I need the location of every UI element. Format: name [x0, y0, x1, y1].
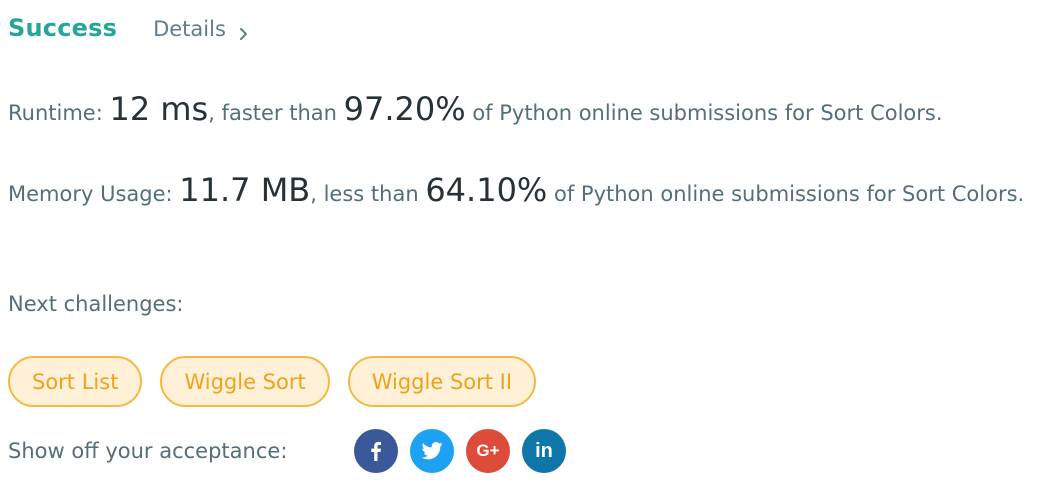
memory-suffix: of Python online submissions for Sort Co…: [547, 182, 1025, 206]
facebook-icon: [366, 440, 386, 462]
challenge-tag-sort-list[interactable]: Sort List: [8, 356, 143, 407]
google-plus-icon: G+: [476, 441, 500, 460]
memory-stat: Memory Usage: 11.7 MB, less than 64.10% …: [8, 170, 1033, 214]
memory-label: Memory Usage:: [8, 182, 180, 206]
twitter-share-button[interactable]: [410, 429, 454, 473]
social-buttons: G+ in: [354, 429, 566, 473]
memory-percent: 64.10%: [425, 171, 548, 209]
runtime-stat: Runtime: 12 ms, faster than 97.20% of Py…: [8, 89, 1033, 133]
share-row: Show off your acceptance: G+ in: [8, 429, 566, 473]
result-header: Success Details: [8, 14, 250, 42]
challenge-tag-wiggle-sort-ii[interactable]: Wiggle Sort II: [347, 356, 537, 407]
chevron-right-icon: [238, 22, 250, 40]
status-label: Success: [8, 14, 118, 42]
runtime-suffix: of Python online submissions for Sort Co…: [465, 101, 943, 125]
runtime-percent: 97.20%: [343, 90, 466, 128]
runtime-label: Runtime:: [8, 101, 110, 125]
google-plus-share-button[interactable]: G+: [466, 429, 510, 473]
memory-comparator: , less than: [310, 182, 426, 206]
runtime-comparator: , faster than: [208, 101, 344, 125]
facebook-share-button[interactable]: [354, 429, 398, 473]
next-challenges-list: Sort List Wiggle Sort Wiggle Sort II: [8, 356, 537, 407]
details-label: Details: [153, 17, 226, 41]
twitter-icon: [420, 441, 444, 461]
memory-value: 11.7 MB: [179, 171, 311, 209]
details-link[interactable]: Details: [153, 17, 250, 41]
runtime-value: 12 ms: [109, 90, 209, 128]
challenge-tag-wiggle-sort[interactable]: Wiggle Sort: [160, 356, 330, 407]
linkedin-icon: in: [535, 439, 553, 462]
linkedin-share-button[interactable]: in: [522, 429, 566, 473]
next-challenges-label: Next challenges:: [8, 292, 184, 316]
share-label: Show off your acceptance:: [8, 439, 288, 463]
